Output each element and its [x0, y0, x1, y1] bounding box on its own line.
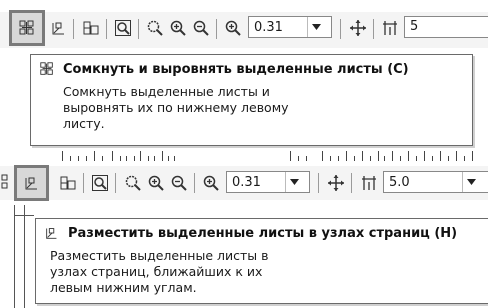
separator	[373, 19, 374, 39]
zoom-scale-icon	[203, 175, 219, 191]
separator	[138, 19, 139, 39]
step-value: 5.0	[389, 174, 410, 190]
step-grid-icon	[383, 21, 397, 35]
join-align-sheets-icon	[1, 174, 8, 189]
tooltip-body: Сомкнуть выделенные листы и выровнять их…	[63, 84, 464, 132]
magnifier-page-icon	[115, 20, 131, 36]
tooltip-line: левым нижним углам.	[50, 280, 197, 295]
zoom-out-button[interactable]	[190, 17, 212, 39]
ruler	[22, 151, 482, 161]
tooltip-line: Сомкнуть выделенные листы и	[63, 84, 270, 99]
tooltip-join-align: Сомкнуть и выровнять выделенные листы (С…	[30, 54, 473, 146]
place-sheets-icon	[46, 228, 57, 239]
zoom-out-button[interactable]	[168, 172, 190, 194]
step-combobox[interactable]: 5.0	[383, 171, 488, 193]
separator	[194, 173, 195, 193]
zoom-window-button[interactable]	[144, 17, 166, 39]
tooltip-line: Разместить выделенные листы в	[50, 248, 269, 263]
join-align-sheets-button[interactable]	[16, 17, 38, 39]
zoom-scale-icon	[225, 20, 241, 36]
zoom-in-icon	[170, 20, 186, 36]
step-input[interactable]: 5	[404, 16, 488, 38]
guide-line	[14, 205, 15, 308]
step-button[interactable]	[358, 172, 380, 194]
step-button[interactable]	[379, 17, 401, 39]
zoom-out-icon	[171, 175, 187, 191]
sheet-layout-icon	[83, 21, 99, 35]
tooltip-place-sheets: Разместить выделенные листы в узлах стра…	[35, 218, 488, 304]
chevron-down-icon[interactable]	[285, 172, 303, 192]
move-arrows-icon	[328, 175, 344, 191]
zoom-window-icon	[147, 20, 163, 36]
zoom-scale-button[interactable]	[222, 17, 244, 39]
zoom-out-icon	[193, 20, 209, 36]
toolbar-top: 0.31 5	[0, 10, 488, 48]
zoom-value: 0.31	[232, 174, 261, 190]
tooltip-line: узлах страниц, ближайших к их	[50, 264, 263, 279]
move-arrows-icon	[350, 20, 366, 36]
toolbar-bottom: 0.31 5.0	[0, 165, 488, 201]
tooltip-body: Разместить выделенные листы в узлах стра…	[50, 248, 480, 296]
sheet-layout-button[interactable]	[80, 17, 102, 39]
guide-line	[24, 205, 25, 308]
chevron-down-icon[interactable]	[462, 172, 480, 192]
zoom-in-button[interactable]	[167, 17, 189, 39]
join-align-sheets-icon	[19, 20, 34, 35]
place-sheets-icon	[52, 22, 64, 35]
place-sheets-button[interactable]	[48, 17, 70, 39]
zoom-window-icon	[125, 175, 141, 191]
place-sheets-button[interactable]	[21, 172, 43, 194]
tooltip-title: Разместить выделенные листы в узлах стра…	[68, 225, 458, 241]
pan-button[interactable]	[325, 172, 347, 194]
step-grid-icon	[362, 176, 376, 190]
guide-line	[14, 215, 34, 216]
zoom-page-button[interactable]	[112, 17, 134, 39]
separator	[318, 173, 319, 193]
zoom-window-button[interactable]	[122, 172, 144, 194]
place-sheets-icon	[25, 177, 37, 190]
separator	[115, 173, 116, 193]
sheet-layout-button[interactable]	[57, 172, 79, 194]
zoom-in-icon	[148, 175, 164, 191]
join-align-sheets-icon	[40, 62, 53, 75]
zoom-combobox[interactable]: 0.31	[226, 171, 310, 193]
zoom-combobox[interactable]: 0.31	[248, 16, 332, 38]
tooltip-title: Сомкнуть и выровнять выделенные листы (С…	[63, 61, 409, 77]
pan-button[interactable]	[347, 17, 369, 39]
separator	[73, 19, 74, 39]
zoom-in-button[interactable]	[145, 172, 167, 194]
join-align-sheets-button[interactable]	[0, 171, 12, 193]
sheet-layout-icon	[60, 176, 76, 190]
separator	[351, 173, 352, 193]
separator	[83, 173, 84, 193]
zoom-scale-button[interactable]	[200, 172, 222, 194]
separator	[216, 19, 217, 39]
separator	[340, 19, 341, 39]
zoom-value: 0.31	[254, 19, 283, 35]
tooltip-line: листу.	[63, 116, 105, 131]
tooltip-line: выровнять их по нижнему левому	[63, 100, 289, 115]
chevron-down-icon[interactable]	[307, 17, 325, 37]
separator	[106, 19, 107, 39]
magnifier-page-icon	[92, 175, 108, 191]
zoom-page-button[interactable]	[89, 172, 111, 194]
